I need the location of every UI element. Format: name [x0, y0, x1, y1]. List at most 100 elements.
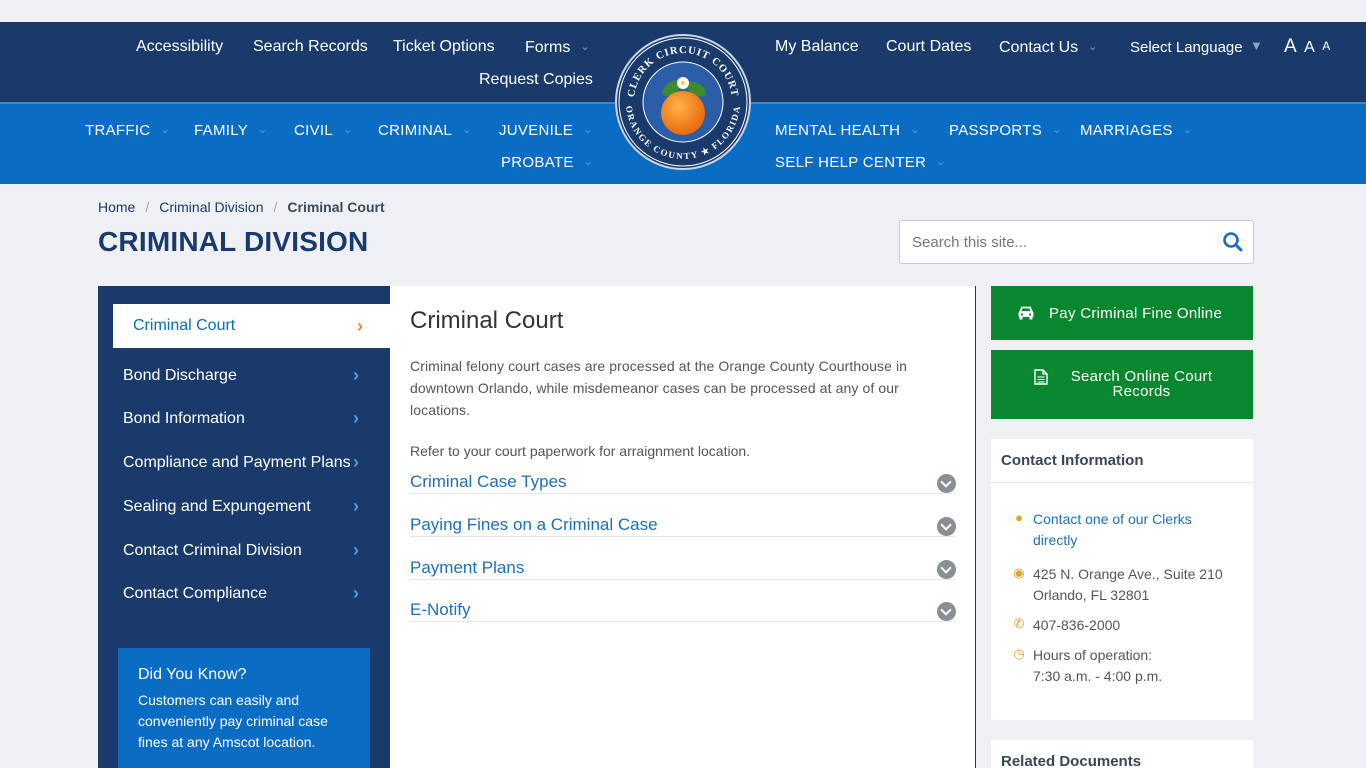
breadcrumb-separator: / [145, 199, 150, 215]
did-you-know-box: Did You Know? Customers can easily and c… [118, 648, 370, 768]
nav-traffic[interactable]: TRAFFIC ⌄ [85, 122, 170, 139]
sidebar-item-contact-criminal-division[interactable]: Contact Criminal Division › [123, 537, 383, 567]
breadcrumb-home[interactable]: Home [98, 199, 135, 215]
chevron-down-icon: ⌄ [160, 124, 170, 136]
sidebar-item-label: Bond Information [123, 410, 245, 427]
search-icon[interactable] [1222, 231, 1244, 253]
document-icon [1034, 369, 1048, 385]
nav-civil-label: CIVIL [294, 122, 334, 139]
chevron-down-icon: ⌄ [580, 41, 590, 53]
content-paragraph: Refer to your court paperwork for arraig… [410, 443, 751, 459]
chevron-down-icon: ⌄ [1182, 124, 1193, 136]
hours-item: ◷ Hours of operation: 7:30 a.m. - 4:00 p… [1011, 645, 1241, 689]
chevron-down-icon: ⌄ [936, 156, 946, 168]
nav-passports[interactable]: PASSPORTS ⌄ [949, 122, 1062, 139]
nav-marriages[interactable]: MARRIAGES ⌄ [1080, 122, 1192, 139]
expand-chevron-icon[interactable] [937, 602, 956, 621]
chevron-down-icon: ⌄ [1052, 124, 1062, 136]
chevron-down-icon: ⌄ [462, 124, 472, 136]
nav-request-copies[interactable]: Request Copies [479, 71, 593, 89]
clerk-seal-logo[interactable]: CLERK CIRCUIT COURT ORANGE COUNTY ★ FLOR… [614, 33, 752, 171]
address-line-1: 425 N. Orange Ave., Suite 210 [1033, 566, 1223, 582]
clock-icon: ◷ [1013, 646, 1025, 661]
nav-forms[interactable]: Forms ⌄ [525, 39, 590, 57]
contact-clerks-line-2: directly [1033, 532, 1078, 548]
search-input[interactable] [912, 231, 1212, 253]
content-paragraph: Criminal felony court cases are processe… [410, 358, 908, 418]
nav-court-dates[interactable]: Court Dates [886, 38, 971, 56]
sidebar-item-criminal-court[interactable]: Criminal Court › [113, 304, 390, 348]
accordion-title: E-Notify [410, 600, 471, 619]
chevron-down-icon: ⌄ [583, 124, 593, 136]
expand-chevron-icon[interactable] [937, 517, 956, 536]
contact-card-title: Contact Information [1001, 452, 1144, 469]
nav-search-records[interactable]: Search Records [253, 38, 368, 56]
page-title: CRIMINAL DIVISION [98, 226, 369, 257]
font-size-large-button[interactable]: A [1284, 36, 1297, 58]
accordion-paying-fines[interactable]: Paying Fines on a Criminal Case [410, 515, 956, 537]
language-select[interactable]: Select Language [1130, 39, 1243, 56]
nav-marriages-label: MARRIAGES [1080, 122, 1173, 139]
related-documents-card: Related Documents [991, 740, 1253, 768]
nav-criminal-label: CRIMINAL [378, 122, 453, 139]
chevron-right-icon: › [353, 583, 359, 603]
contact-clerks-item: ● Contact one of our Clerks directly [1011, 509, 1241, 553]
chevron-right-icon: › [353, 496, 359, 516]
contact-information-card: Contact Information ● Contact one of our… [991, 439, 1253, 720]
nav-civil[interactable]: CIVIL ⌄ [294, 122, 353, 139]
phone-number[interactable]: 407-836-2000 [1033, 615, 1120, 636]
nav-criminal[interactable]: CRIMINAL ⌄ [378, 122, 472, 139]
font-size-controls: A A A [1284, 36, 1333, 58]
accordion-payment-plans[interactable]: Payment Plans [410, 558, 956, 580]
chevron-right-icon: › [357, 316, 363, 336]
breadcrumb-separator: / [273, 199, 278, 215]
sidebar-item-contact-compliance[interactable]: Contact Compliance › [123, 580, 383, 610]
sidebar-item-bond-information[interactable]: Bond Information › [123, 405, 383, 435]
chat-bubbles-icon: ● [1015, 510, 1023, 525]
content-title: Criminal Court [410, 307, 564, 334]
chevron-right-icon: › [353, 540, 359, 560]
related-documents-title: Related Documents [1001, 753, 1142, 768]
nav-forms-label: Forms [525, 39, 571, 56]
breadcrumb-criminal-division[interactable]: Criminal Division [159, 199, 263, 215]
expand-chevron-icon[interactable] [937, 474, 956, 493]
address-item: ◉ 425 N. Orange Ave., Suite 210 Orlando,… [1011, 564, 1241, 608]
nav-juvenile[interactable]: JUVENILE ⌄ [499, 122, 593, 139]
nav-traffic-label: TRAFFIC [85, 122, 151, 139]
sidebar-item-bond-discharge[interactable]: Bond Discharge › [123, 362, 383, 392]
nav-mental-health[interactable]: MENTAL HEALTH ⌄ [775, 122, 920, 139]
hours-text: Hours of operation: 7:30 a.m. - 4:00 p.m… [1033, 645, 1162, 687]
nav-family[interactable]: FAMILY ⌄ [194, 122, 268, 139]
nav-contact-us-label: Contact Us [999, 39, 1079, 56]
map-pin-icon: ◉ [1013, 565, 1025, 580]
hours-line-2: 7:30 a.m. - 4:00 p.m. [1033, 668, 1163, 684]
did-you-know-body: Customers can easily and conveniently pa… [138, 692, 328, 750]
sidebar-item-label: Bond Discharge [123, 367, 237, 384]
font-size-medium-button[interactable]: A [1304, 39, 1315, 57]
accordion-title: Paying Fines on a Criminal Case [410, 515, 658, 534]
sidebar-item-label: Sealing and Expungement [123, 498, 311, 515]
chevron-down-icon: ⌄ [1088, 41, 1098, 53]
sidebar: Criminal Court › Bond Discharge › Bond I… [98, 286, 390, 768]
nav-passports-label: PASSPORTS [949, 122, 1043, 139]
chevron-right-icon: › [353, 365, 359, 385]
nav-my-balance[interactable]: My Balance [775, 38, 859, 56]
nav-ticket-options[interactable]: Ticket Options [393, 38, 495, 56]
font-size-small-button[interactable]: A [1322, 39, 1330, 53]
sidebar-item-sealing-expungement[interactable]: Sealing and Expungement › [123, 493, 383, 523]
chevron-down-icon: ⌄ [910, 124, 920, 136]
nav-accessibility[interactable]: Accessibility [136, 38, 223, 56]
contact-clerks-link[interactable]: Contact one of our Clerks directly [1033, 509, 1192, 551]
nav-probate-label: PROBATE [501, 154, 574, 171]
sidebar-item-compliance-payment-plans[interactable]: Compliance and Payment Plans › [123, 449, 383, 479]
address-line-2: Orlando, FL 32801 [1033, 587, 1150, 603]
nav-probate[interactable]: PROBATE ⌄ [501, 154, 593, 171]
accordion-criminal-case-types[interactable]: Criminal Case Types [410, 472, 956, 494]
nav-contact-us[interactable]: Contact Us ⌄ [999, 39, 1097, 57]
chevron-down-icon: ⌄ [583, 156, 594, 168]
nav-self-help-center[interactable]: SELF HELP CENTER ⌄ [775, 154, 946, 171]
accordion-e-notify[interactable]: E-Notify [410, 600, 956, 622]
expand-chevron-icon[interactable] [937, 560, 956, 579]
pay-criminal-fine-button[interactable]: Pay Criminal Fine Online [991, 286, 1253, 340]
search-court-records-button[interactable]: Search Online Court Records [991, 350, 1253, 419]
